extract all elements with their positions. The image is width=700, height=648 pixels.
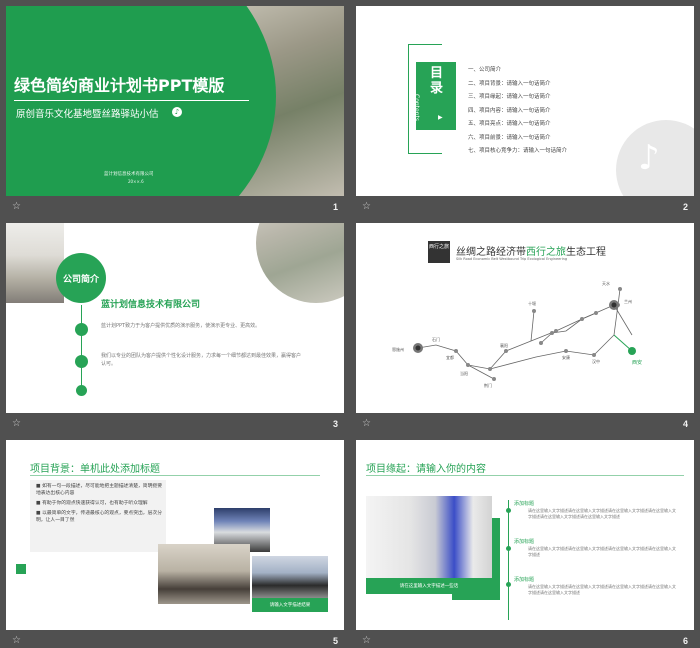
music-note-icon: ♪ xyxy=(638,138,660,178)
slide-1-green-circle xyxy=(6,6,276,196)
slide-3-photo-left xyxy=(6,223,64,303)
slide-5-title-rule xyxy=(30,475,320,476)
slide-5-number: 5 xyxy=(332,635,338,646)
slide-1[interactable]: 绿色简约商业计划书PPT模版 原创音乐文化基地暨丝路驿站小估 ♪ 蓝计划信息技术… xyxy=(6,6,344,196)
company-badge-label: 公司简介 xyxy=(62,274,99,285)
slide-2[interactable]: 目录 Contents ▶ 一、公司简介 二、项目背景：请输入一句话简介 三、项… xyxy=(356,6,694,196)
toc-en: Contents xyxy=(413,94,420,121)
slide-1-footer: ☆ 1 xyxy=(6,198,344,215)
toc-item[interactable]: 二、项目背景：请输入一句话简介 xyxy=(468,78,567,92)
section-dot xyxy=(506,508,511,513)
star-icon[interactable]: ☆ xyxy=(362,201,371,212)
slide-6-title-rule xyxy=(366,475,684,476)
slide-1-number: 1 xyxy=(332,201,338,212)
slide-6-title: 项目缘起：请输入你的内容 xyxy=(366,464,486,475)
toc-arrow-icon: ▶ xyxy=(438,114,443,121)
slide-1-date: 20××.6 xyxy=(128,179,144,184)
bullet-item: ■ 有助于你的观点快速获得认可，也有助于听众理解 xyxy=(36,500,148,506)
star-icon[interactable]: ☆ xyxy=(12,418,21,429)
building-icon xyxy=(75,323,88,336)
slide-6-caption-box: 请在这里输入文字描述一些话 xyxy=(366,578,492,594)
bullet-item: ■ 以最简单的文字，传递最核心的观点，要点突出，层次分明，让人一目了然 xyxy=(36,510,162,523)
room-photo-3 xyxy=(252,556,328,598)
section-text: 请在这里输入文字描述请在这里输入文字描述请在这里输入文字描述请在这里输入文字描述 xyxy=(528,546,676,557)
city-label: 恩施州 xyxy=(392,347,404,352)
slide-5-footer: ☆ 5 xyxy=(6,632,344,648)
toc-item[interactable]: 一、公司简介 xyxy=(468,64,567,78)
slide-6[interactable]: 项目缘起：请输入你的内容 请在这里输入文字描述一些话 添加标题 请在这里输入文字… xyxy=(356,440,694,630)
slide-5-caption-box: 请输入文字描述结果 xyxy=(252,598,328,612)
city-label: 汉中 xyxy=(592,359,600,364)
slide-6-caption: 请在这里输入文字描述一些话 xyxy=(399,584,459,589)
section-head: 添加标题 xyxy=(514,577,535,583)
star-icon[interactable]: ☆ xyxy=(12,635,21,646)
slide-3-footer: ☆ 3 xyxy=(6,415,344,432)
section-dot xyxy=(506,582,511,587)
star-icon[interactable]: ☆ xyxy=(362,635,371,646)
slide-4-number: 4 xyxy=(682,418,688,429)
city-label: 荆门 xyxy=(484,383,492,388)
toc-item[interactable]: 六、项目前景：请输入一句话简介 xyxy=(468,132,567,146)
toc-title: 目录 xyxy=(430,66,444,96)
room-photo-2 xyxy=(158,544,250,604)
city-label-highlight: 西安 xyxy=(632,360,643,366)
slide-3-para-1: 蓝计划PPT致力于为客户提供优质的演示服务，使演示更专业、更高效。 xyxy=(101,323,261,329)
section-dot xyxy=(506,546,511,551)
slide-4-footer: ☆ 4 xyxy=(356,415,694,432)
slide-1-subtitle: 原创音乐文化基地暨丝路驿站小估 xyxy=(16,109,159,120)
timeline-line xyxy=(81,305,82,391)
bullet-list: ■ 如有一句一段描述，尽可能地把主题描述清楚，简明扼要地表达出核心内容 ■ 有助… xyxy=(36,484,162,525)
slide-3-number: 3 xyxy=(332,418,338,429)
slide-2-number: 2 xyxy=(682,201,688,212)
slide-4[interactable]: 西行之旅 丝绸之路经济带西行之旅生态工程 Silk Road Economic … xyxy=(356,223,694,413)
section-head: 添加标题 xyxy=(514,539,535,545)
slide-1-title: 绿色简约商业计划书PPT模版 xyxy=(14,76,225,95)
toc-item[interactable]: 七、项目核心竞争力：请输入一句话简介 xyxy=(468,145,567,159)
city-label: 兰州 xyxy=(624,299,632,304)
slide-5-title: 项目背景：单机此处添加标题 xyxy=(30,464,160,475)
person-icon xyxy=(75,355,88,368)
city-label: 宜都 xyxy=(446,355,454,360)
star-icon[interactable]: ☆ xyxy=(362,418,371,429)
city-label: 天水 xyxy=(602,281,610,286)
slide-3-photo-circle xyxy=(256,223,344,303)
city-label: 襄阳 xyxy=(500,343,508,348)
section-head: 添加标题 xyxy=(514,501,535,507)
timeline-end-dot xyxy=(76,385,87,396)
company-badge: 公司简介 xyxy=(56,253,106,303)
slide-1-divider xyxy=(14,100,249,101)
slide-3[interactable]: 公司简介 蓝计划信息技术有限公司 蓝计划PPT致力于为客户提供优质的演示服务，使… xyxy=(6,223,344,413)
toc-list: 一、公司简介 二、项目背景：请输入一句话简介 三、项目缘起：请输入一句话简介 四… xyxy=(468,64,567,159)
slide-6-number: 6 xyxy=(682,635,688,646)
slide-1-company: 蓝计划信息技术有限公司 xyxy=(104,172,154,177)
slide-6-vline xyxy=(508,500,509,620)
green-square xyxy=(16,564,26,574)
city-label: 十堰 xyxy=(528,301,536,306)
slide-2-footer: ☆ 2 xyxy=(356,198,694,215)
city-label: 石门 xyxy=(432,337,440,342)
route-map xyxy=(413,287,636,381)
toc-item[interactable]: 三、项目缘起：请输入一句话简介 xyxy=(468,91,567,105)
slide-5[interactable]: 项目背景：单机此处添加标题 ■ 如有一句一段描述，尽可能地把主题描述清楚，简明扼… xyxy=(6,440,344,630)
slide-5-caption: 请输入文字描述结果 xyxy=(269,603,311,608)
section-text: 请在这里输入文字描述请在这里输入文字描述请在这里输入文字描述请在这里输入文字描述… xyxy=(528,584,676,595)
slide-3-para-2: 我们以专业的团队为客户提供个性化设计服务，力求每一个细节都达到最佳效果，赢得客户… xyxy=(101,353,302,367)
slide-6-footer: ☆ 6 xyxy=(356,632,694,648)
star-icon[interactable]: ☆ xyxy=(12,201,21,212)
music-note-icon: ♪ xyxy=(172,107,182,117)
city-label: 安康 xyxy=(562,355,570,360)
slide-3-company: 蓝计划信息技术有限公司 xyxy=(101,300,201,310)
section-text: 请在这里输入文字描述请在这里输入文字描述请在这里输入文字描述请在这里输入文字描述… xyxy=(528,508,676,519)
bullet-item: ■ 如有一句一段描述，尽可能地把主题描述清楚，简明扼要地表达出核心内容 xyxy=(36,484,162,496)
toc-item[interactable]: 四、项目内容：请输入一句话简介 xyxy=(468,105,567,119)
toc-item[interactable]: 五、项目亮点：请输入一句话简介 xyxy=(468,118,567,132)
city-label: 当阳 xyxy=(460,371,468,376)
hall-photo xyxy=(366,496,492,578)
